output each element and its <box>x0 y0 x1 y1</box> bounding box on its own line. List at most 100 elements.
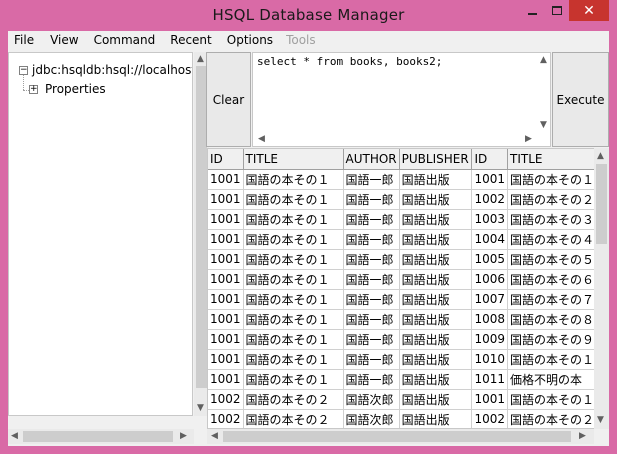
table-cell[interactable]: 1001 <box>208 369 244 390</box>
table-cell[interactable]: 国語一郎 <box>343 329 400 350</box>
table-cell[interactable]: 国語出版 <box>399 349 473 370</box>
tree-horizontal-scrollbar[interactable]: ◀ ▶ <box>8 429 194 444</box>
table-cell[interactable]: 国語一郎 <box>343 169 400 190</box>
menu-command[interactable]: Command <box>94 31 156 51</box>
table-cell[interactable]: 1001 <box>208 189 244 210</box>
table-cell[interactable]: 国語出版 <box>399 209 473 230</box>
collapse-icon[interactable]: − <box>19 66 28 75</box>
table-cell[interactable]: 国語の本その１ <box>243 269 344 290</box>
table-cell[interactable]: 国語の本その２ <box>507 189 608 210</box>
table-cell[interactable]: 国語出版 <box>399 229 473 250</box>
table-row[interactable]: 1001 国語の本その１ 国語一郎 国語出版 1001 国語の本その１ <box>208 169 608 190</box>
table-cell[interactable]: 国語の本その１ <box>507 389 608 410</box>
menu-recent[interactable]: Recent <box>170 31 211 51</box>
table-cell[interactable]: 1002 <box>208 389 244 410</box>
table-row[interactable]: 1001 国語の本その１ 国語一郎 国語出版 1006 国語の本その６ <box>208 269 608 290</box>
table-cell[interactable]: 国語の本その６ <box>507 269 608 290</box>
maximize-button[interactable] <box>545 0 569 21</box>
table-row[interactable]: 1001 国語の本その１ 国語一郎 国語出版 1004 国語の本その４ <box>208 229 608 250</box>
table-cell[interactable]: 1001 <box>208 329 244 350</box>
table-cell[interactable]: 1002 <box>208 409 244 428</box>
scroll-up-icon[interactable]: ▲ <box>197 55 204 64</box>
table-cell[interactable]: 1003 <box>471 209 509 230</box>
table-cell[interactable]: 1001 <box>208 209 244 230</box>
table-row[interactable]: 1002 国語の本その２ 国語次郎 国語出版 1002 国語の本その２ <box>208 409 608 428</box>
table-row[interactable]: 1001 国語の本その１ 国語一郎 国語出版 1002 国語の本その２ <box>208 189 608 210</box>
table-cell[interactable]: 国語次郎 <box>343 389 400 410</box>
table-cell[interactable]: 1001 <box>471 169 509 190</box>
table-cell[interactable]: 国語出版 <box>399 409 473 428</box>
table-cell[interactable]: 国語一郎 <box>343 309 400 330</box>
table-cell[interactable]: 国語出版 <box>399 269 473 290</box>
table-row[interactable]: 1001 国語の本その１ 国語一郎 国語出版 1010 国語の本その１ <box>208 349 608 370</box>
grid-horizontal-scrollbar[interactable]: ◀ ▶ <box>207 429 594 444</box>
minimize-button[interactable] <box>519 0 545 21</box>
table-cell[interactable]: 1001 <box>208 169 244 190</box>
table-cell[interactable]: 国語出版 <box>399 389 473 410</box>
column-header[interactable]: TITLE <box>507 149 608 170</box>
table-cell[interactable]: 国語の本その２ <box>243 409 344 428</box>
table-cell[interactable]: 国語一郎 <box>343 289 400 310</box>
table-cell[interactable]: 国語出版 <box>399 369 473 390</box>
table-cell[interactable]: 国語の本その７ <box>507 289 608 310</box>
scroll-left-icon[interactable]: ◀ <box>11 432 18 441</box>
table-cell[interactable]: 国語出版 <box>399 169 473 190</box>
table-cell[interactable]: 1001 <box>208 349 244 370</box>
column-header[interactable]: ID <box>208 149 244 170</box>
table-cell[interactable]: 国語一郎 <box>343 209 400 230</box>
grid-vertical-scrollbar[interactable]: ▲ ▼ <box>594 148 609 429</box>
table-cell[interactable]: 国語の本その２ <box>243 389 344 410</box>
column-header[interactable]: TITLE <box>243 149 344 170</box>
table-cell[interactable]: 国語の本その１ <box>243 369 344 390</box>
table-cell[interactable]: 国語の本その１ <box>243 169 344 190</box>
close-button[interactable]: ✕ <box>569 0 609 21</box>
table-cell[interactable]: 1006 <box>471 269 509 290</box>
table-cell[interactable]: 価格不明の本 <box>507 369 608 390</box>
scroll-right-icon[interactable]: ▶ <box>579 432 586 441</box>
title-bar[interactable]: HSQL Database Manager ✕ <box>0 0 617 32</box>
column-header[interactable]: PUBLISHER <box>399 149 473 170</box>
scroll-left-icon[interactable]: ◀ <box>258 135 265 144</box>
table-cell[interactable]: 1002 <box>471 409 509 428</box>
table-cell[interactable]: 1001 <box>208 309 244 330</box>
table-cell[interactable]: 国語出版 <box>399 249 473 270</box>
table-cell[interactable]: 国語の本その４ <box>507 229 608 250</box>
scroll-down-icon[interactable]: ▼ <box>197 404 204 413</box>
table-cell[interactable]: 国語の本その１ <box>243 309 344 330</box>
table-row[interactable]: 1001 国語の本その１ 国語一郎 国語出版 1008 国語の本その８ <box>208 309 608 330</box>
table-cell[interactable]: 国語出版 <box>399 289 473 310</box>
table-cell[interactable]: 国語の本その２ <box>507 409 608 428</box>
table-row[interactable]: 1001 国語の本その１ 国語一郎 国語出版 1003 国語の本その３ <box>208 209 608 230</box>
table-cell[interactable]: 国語の本その１ <box>243 189 344 210</box>
menu-options[interactable]: Options <box>227 31 273 51</box>
expand-icon[interactable]: + <box>29 85 38 94</box>
scroll-right-icon[interactable]: ▶ <box>180 432 187 441</box>
table-cell[interactable]: 国語の本その１ <box>243 349 344 370</box>
table-cell[interactable]: 国語の本その１ <box>243 289 344 310</box>
table-row[interactable]: 1001 国語の本その１ 国語一郎 国語出版 1007 国語の本その７ <box>208 289 608 310</box>
clear-button[interactable]: Clear <box>206 52 251 147</box>
table-cell[interactable]: 国語出版 <box>399 309 473 330</box>
table-row[interactable]: 1001 国語の本その１ 国語一郎 国語出版 1009 国語の本その９ <box>208 329 608 350</box>
table-cell[interactable]: 1001 <box>471 389 509 410</box>
scrollbar-thumb[interactable] <box>223 431 571 442</box>
column-header[interactable]: AUTHOR <box>343 149 400 170</box>
table-cell[interactable]: 国語の本その９ <box>507 329 608 350</box>
table-cell[interactable]: 国語の本その８ <box>507 309 608 330</box>
table-cell[interactable]: 国語一郎 <box>343 249 400 270</box>
table-cell[interactable]: 国語一郎 <box>343 369 400 390</box>
table-cell[interactable]: 国語次郎 <box>343 409 400 428</box>
menu-view[interactable]: View <box>50 31 78 51</box>
scrollbar-thumb[interactable] <box>596 164 607 244</box>
scroll-down-icon[interactable]: ▼ <box>540 121 547 130</box>
scroll-right-icon[interactable]: ▶ <box>525 135 532 144</box>
table-cell[interactable]: 1001 <box>208 229 244 250</box>
table-cell[interactable]: 1001 <box>208 249 244 270</box>
execute-button[interactable]: Execute <box>552 52 609 147</box>
table-cell[interactable]: 国語の本その１ <box>243 249 344 270</box>
sql-editor[interactable]: select * from books, books2; ▲ ▼ ◀ ▶ <box>252 52 551 147</box>
table-cell[interactable]: 1011 <box>471 369 509 390</box>
table-cell[interactable]: 国語の本その１ <box>507 169 608 190</box>
table-cell[interactable]: 国語出版 <box>399 329 473 350</box>
table-cell[interactable]: 国語一郎 <box>343 349 400 370</box>
